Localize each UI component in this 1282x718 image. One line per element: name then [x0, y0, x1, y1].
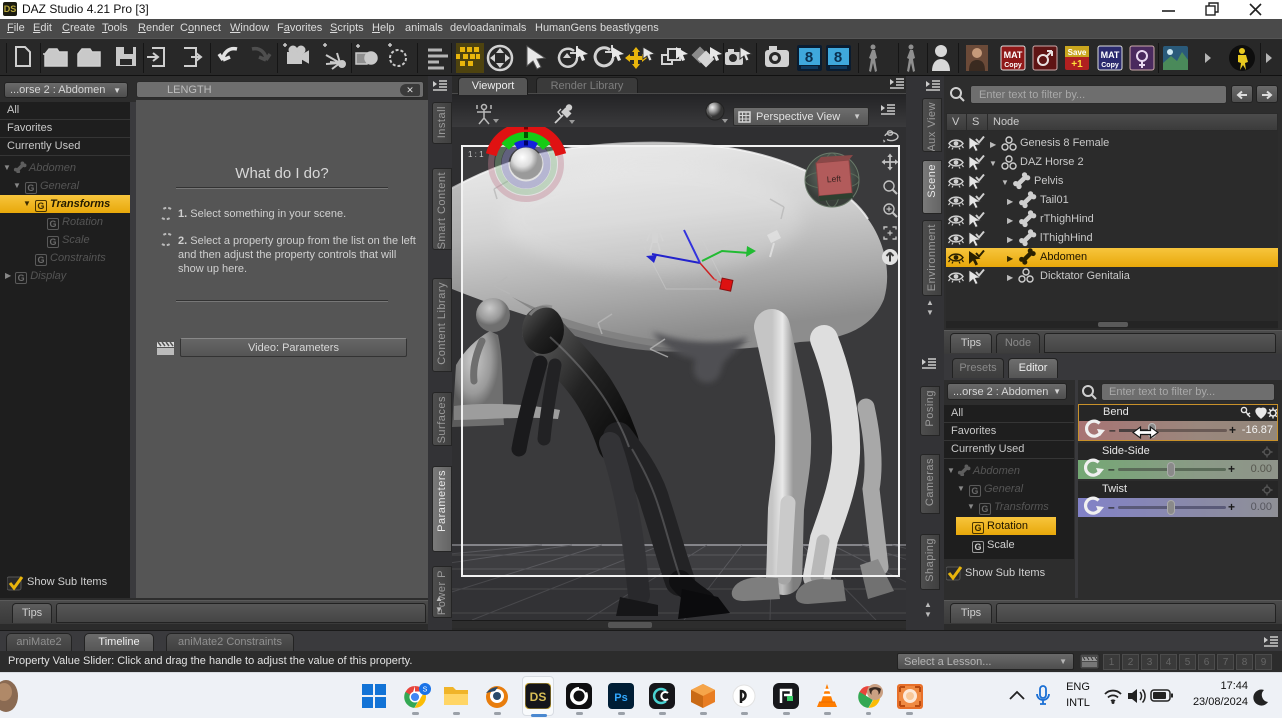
svg-text:S: S [423, 687, 428, 694]
svg-text:8: 8 [805, 49, 813, 66]
svg-text:DS: DS [530, 690, 547, 704]
svg-text:Copy: Copy [1101, 62, 1119, 69]
svg-text:+1: +1 [1071, 59, 1083, 70]
svg-text:1 : 1: 1 : 1 [468, 150, 484, 159]
svg-text:MAT: MAT [1101, 50, 1120, 60]
svg-text:8: 8 [834, 49, 842, 66]
svg-text:Save: Save [1068, 48, 1087, 57]
svg-text:Ps: Ps [614, 692, 627, 704]
svg-text:Copy: Copy [1004, 62, 1022, 69]
svg-text:MAT: MAT [1004, 50, 1023, 60]
svg-text:Left: Left [827, 173, 842, 184]
